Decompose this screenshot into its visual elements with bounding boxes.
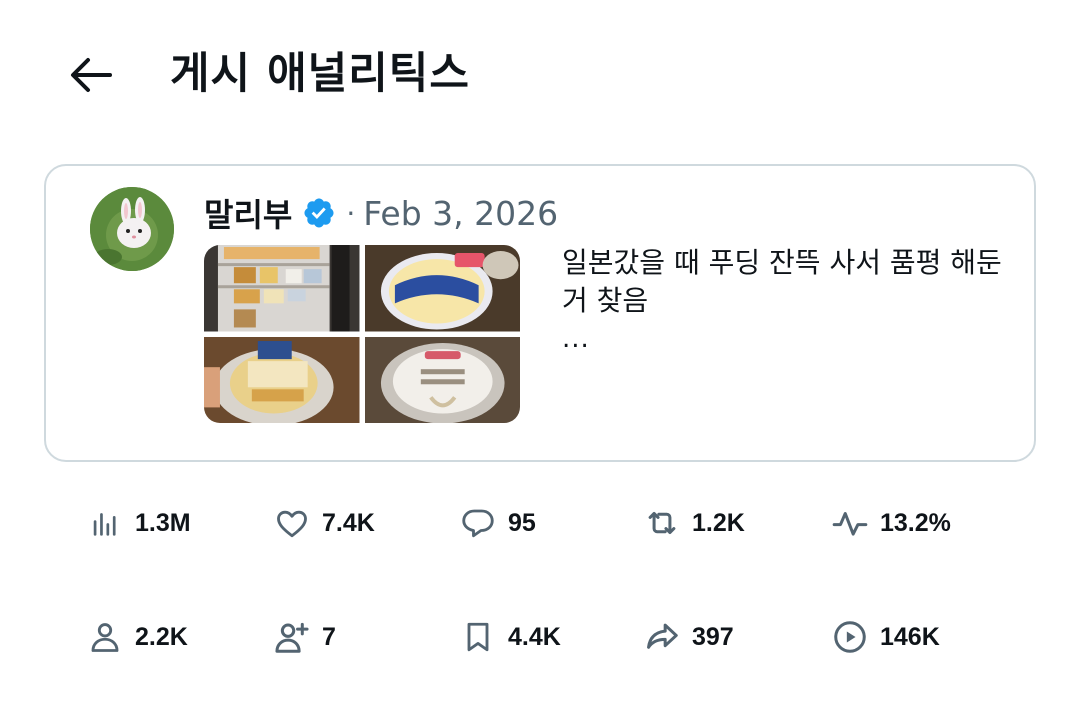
metric-shares[interactable]: 397 [642, 612, 734, 662]
media-image-fridge[interactable] [204, 245, 360, 332]
play-icon [830, 617, 870, 657]
header: 게시 애널리틱스 [0, 0, 1080, 150]
repost-icon [642, 503, 682, 543]
metric-replies-value: 95 [508, 508, 536, 537]
bookmark-icon [458, 617, 498, 657]
share-icon [642, 617, 682, 657]
metric-reposts[interactable]: 1.2K [642, 498, 745, 548]
avatar[interactable] [90, 187, 174, 271]
rabbit-avatar-image [90, 187, 174, 271]
metric-reposts-value: 1.2K [692, 508, 745, 537]
post-date: Feb 3, 2026 [363, 193, 559, 233]
metric-engagement-rate[interactable]: 13.2% [830, 498, 951, 548]
heart-icon [272, 503, 312, 543]
metric-shares-value: 397 [692, 622, 734, 651]
separator-dot: · [346, 196, 356, 230]
back-button[interactable] [62, 50, 120, 100]
person-icon [85, 617, 125, 657]
metric-new-followers[interactable]: 7 [272, 612, 336, 662]
author-name[interactable]: 말리부 [204, 190, 292, 236]
metric-bookmarks-value: 4.4K [508, 622, 561, 651]
activity-icon [830, 503, 870, 543]
metric-new-followers-value: 7 [322, 622, 336, 651]
metric-engagement-rate-value: 13.2% [880, 508, 951, 537]
reply-icon [458, 503, 498, 543]
post-more-ellipsis: ... [562, 324, 590, 354]
post-card[interactable]: 말리부 · Feb 3, 2026 일본갔을 때 푸딩 잔뜩 사서 품평 해둔 … [44, 164, 1036, 462]
page-title: 게시 애널리틱스 [170, 49, 470, 99]
metric-bookmarks[interactable]: 4.4K [458, 612, 561, 662]
metric-profile-visits-value: 2.2K [135, 622, 188, 651]
metric-video-views-value: 146K [880, 622, 940, 651]
metric-impressions-value: 1.3M [135, 508, 191, 537]
author-row: 말리부 · Feb 3, 2026 [204, 190, 558, 236]
metric-likes[interactable]: 7.4K [272, 498, 375, 548]
media-image-pudding-namerakapurin[interactable] [364, 245, 520, 332]
person-add-icon [272, 617, 312, 657]
metric-profile-visits[interactable]: 2.2K [85, 612, 188, 662]
bar-chart-icon [85, 503, 125, 543]
verified-badge-icon [304, 198, 334, 228]
media-image-pudding-jersey[interactable] [364, 336, 520, 423]
arrow-left-icon [71, 58, 112, 92]
metric-replies[interactable]: 95 [458, 498, 536, 548]
media-grid[interactable] [204, 245, 520, 423]
metric-impressions[interactable]: 1.3M [85, 498, 191, 548]
media-image-pudding-yakipurin[interactable] [204, 336, 360, 423]
metric-likes-value: 7.4K [322, 508, 375, 537]
post-text: 일본갔을 때 푸딩 잔뜩 사서 품평 해둔 거 찾음 [562, 246, 1002, 317]
metric-video-views[interactable]: 146K [830, 612, 940, 662]
